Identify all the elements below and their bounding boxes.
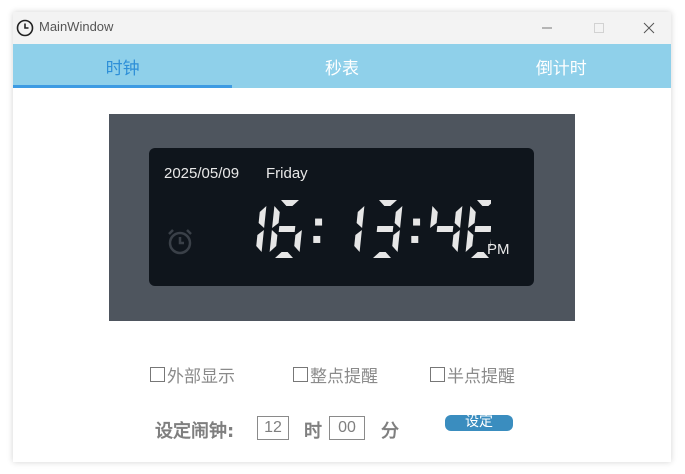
title-bar[interactable]: MainWindow bbox=[13, 12, 671, 44]
digit-3-segment-b bbox=[394, 206, 403, 228]
minimize-icon bbox=[542, 27, 552, 29]
hourly-reminder-checkbox[interactable] bbox=[293, 367, 308, 382]
digit-6-segment-c bbox=[294, 230, 302, 252]
tab-countdown[interactable]: 倒计时 bbox=[452, 44, 671, 88]
digit-6-segment-a bbox=[281, 200, 299, 206]
digit-6-segment-g bbox=[278, 226, 296, 232]
digit-3-segment-a bbox=[379, 200, 397, 206]
clock-weekday: Friday bbox=[266, 165, 308, 182]
time-colon-1-dot-0 bbox=[413, 218, 421, 226]
clock-app-icon bbox=[16, 19, 34, 37]
digit-3-segment-c bbox=[392, 230, 400, 252]
half-hour-reminder-checkbox[interactable] bbox=[430, 367, 445, 382]
active-tab-indicator bbox=[13, 85, 233, 88]
digit-6-segment-e bbox=[269, 230, 278, 252]
hourly-reminder-label: 整点提醒 bbox=[310, 367, 378, 387]
tab-stopwatch-label: 秒表 bbox=[324, 58, 359, 79]
digit-4-segment-c bbox=[452, 230, 460, 252]
clock-frame: 2025/05/09 Friday PM bbox=[109, 114, 575, 321]
option-hourly-reminder[interactable]: 整点提醒 bbox=[293, 362, 378, 387]
digit-6-segment-g bbox=[474, 226, 491, 232]
tab-clock-label: 时钟 bbox=[105, 58, 140, 79]
digit-6-segment-f bbox=[468, 206, 476, 228]
digit-3-segment-d bbox=[373, 252, 391, 258]
digit-6-segment-d bbox=[275, 252, 293, 258]
main-window: MainWindow 时钟 秒表 倒计时 2025/05/09 Friday P… bbox=[13, 12, 671, 462]
digit-1-segment-b bbox=[258, 206, 267, 228]
time-colon-1-dot-1 bbox=[411, 235, 419, 243]
minimize-button[interactable] bbox=[523, 12, 571, 44]
maximize-icon bbox=[594, 23, 604, 33]
alarm-hour-input[interactable]: 12 bbox=[257, 416, 289, 440]
digit-4-segment-b bbox=[454, 206, 463, 228]
digit-6-segment-f bbox=[272, 206, 280, 228]
external-display-checkbox[interactable] bbox=[150, 367, 165, 382]
digit-1-segment-b bbox=[356, 206, 365, 228]
digit-6-segment-e bbox=[465, 230, 474, 252]
clock-display: 2025/05/09 Friday PM bbox=[149, 148, 534, 286]
digit-4-segment-f bbox=[430, 206, 438, 228]
time-digits bbox=[256, 200, 491, 258]
alarm-minute-input[interactable]: 00 bbox=[329, 416, 365, 440]
maximize-button[interactable] bbox=[575, 12, 623, 44]
alarm-label: 设定闹钟: bbox=[155, 421, 235, 442]
digit-4-segment-g bbox=[436, 226, 454, 232]
hour-unit-label: 时 bbox=[304, 421, 322, 442]
window-title: MainWindow bbox=[39, 19, 114, 34]
close-icon bbox=[643, 22, 655, 34]
digit-6-segment-a bbox=[477, 200, 491, 206]
minute-unit-label: 分 bbox=[381, 421, 399, 442]
clock-ampm: PM bbox=[487, 241, 510, 258]
time-colon-0-dot-1 bbox=[313, 235, 321, 243]
digit-1-segment-c bbox=[354, 230, 362, 252]
option-half-hour-reminder[interactable]: 半点提醒 bbox=[430, 362, 515, 387]
tab-countdown-label: 倒计时 bbox=[535, 58, 587, 79]
set-alarm-button[interactable]: 设定 bbox=[445, 415, 513, 431]
option-external-display[interactable]: 外部显示 bbox=[150, 362, 235, 387]
tab-stopwatch[interactable]: 秒表 bbox=[232, 44, 451, 88]
external-display-label: 外部显示 bbox=[167, 367, 235, 387]
alarm-clock-icon bbox=[168, 229, 192, 255]
close-button[interactable] bbox=[625, 12, 673, 44]
digit-1-segment-c bbox=[256, 230, 264, 252]
digit-3-segment-g bbox=[376, 226, 394, 232]
tab-bar: 时钟 秒表 倒计时 bbox=[13, 44, 671, 88]
clock-date: 2025/05/09 bbox=[164, 165, 240, 182]
time-colon-0-dot-0 bbox=[315, 218, 323, 226]
half-hour-reminder-label: 半点提醒 bbox=[447, 367, 515, 387]
tab-clock[interactable]: 时钟 bbox=[13, 44, 233, 88]
